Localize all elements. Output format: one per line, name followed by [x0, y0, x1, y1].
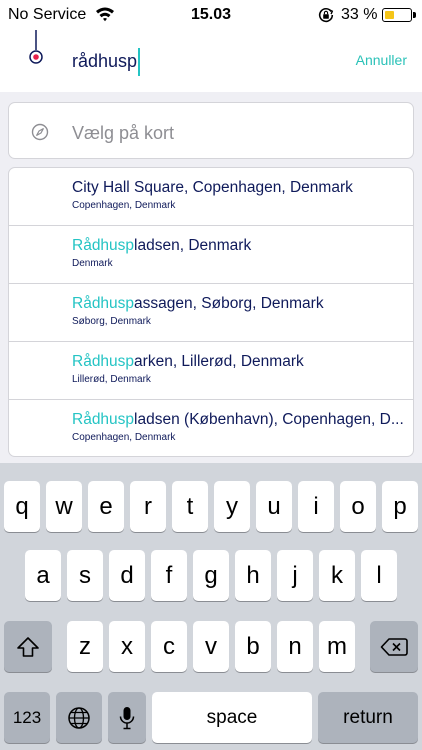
choose-on-map-label: Vælg på kort — [72, 123, 175, 143]
results-list: City Hall Square, Copenhagen, Denmark Co… — [8, 167, 414, 457]
key-t[interactable]: t — [172, 481, 208, 532]
space-key[interactable]: space — [152, 692, 312, 743]
key-l[interactable]: l — [361, 550, 397, 601]
key-a[interactable]: a — [25, 550, 61, 601]
key-s[interactable]: s — [67, 550, 103, 601]
battery-icon — [382, 8, 416, 22]
key-w[interactable]: w — [46, 481, 82, 532]
result-title-match: Rådhusp — [72, 295, 135, 312]
key-q[interactable]: q — [4, 481, 40, 532]
result-title: Rådhuspassagen, Søborg, Denmark — [72, 295, 407, 313]
search-header: rådhusp Annuller — [0, 30, 422, 92]
shift-icon — [17, 636, 39, 657]
search-input[interactable]: rådhusp — [72, 48, 141, 76]
key-b[interactable]: b — [235, 621, 271, 672]
result-title-rest: City Hall Square, Copenhagen, Denmark — [72, 179, 353, 196]
dictation-key[interactable] — [108, 692, 146, 743]
orientation-lock-icon — [318, 7, 334, 23]
text-caret — [138, 48, 141, 76]
battery-fill — [385, 11, 395, 19]
result-title-rest: assagen, Søborg, Denmark — [134, 295, 324, 312]
result-title-match: Rådhusp — [72, 353, 135, 370]
compass-icon — [31, 123, 49, 141]
result-item[interactable]: Rådhuspladsen (København), Copenhagen, D… — [9, 400, 413, 456]
globe-key[interactable] — [56, 692, 102, 743]
result-title-rest: ladsen, Denmark — [134, 237, 252, 254]
key-k[interactable]: k — [319, 550, 355, 601]
key-y[interactable]: y — [214, 481, 250, 532]
keyboard: q w e r t y u i o p a s d f g h j k l z … — [0, 463, 422, 750]
result-title: Rådhuspladsen, Denmark — [72, 237, 407, 255]
key-x[interactable]: x — [109, 621, 145, 672]
status-bar: No Service 15.03 33 % — [0, 0, 422, 30]
result-title: Rådhuspladsen (København), Copenhagen, D… — [72, 411, 407, 429]
shift-key[interactable] — [4, 621, 52, 672]
key-f[interactable]: f — [151, 550, 187, 601]
key-v[interactable]: v — [193, 621, 229, 672]
result-title: Rådhusparken, Lillerød, Denmark — [72, 353, 407, 371]
return-key[interactable]: return — [318, 692, 418, 743]
key-g[interactable]: g — [193, 550, 229, 601]
search-input-text: rådhusp — [72, 50, 138, 71]
result-item[interactable]: Rådhuspladsen, Denmark Denmark — [9, 226, 413, 284]
result-item[interactable]: Rådhuspassagen, Søborg, Denmark Søborg, … — [9, 284, 413, 342]
key-z[interactable]: z — [67, 621, 103, 672]
globe-icon — [68, 706, 90, 729]
numbers-key[interactable]: 123 — [4, 692, 50, 743]
location-marker-icon — [29, 30, 43, 64]
result-title-rest: ladsen (København), Copenhagen, D... — [134, 411, 404, 428]
key-e[interactable]: e — [88, 481, 124, 532]
result-item[interactable]: City Hall Square, Copenhagen, Denmark Co… — [9, 168, 413, 226]
key-o[interactable]: o — [340, 481, 376, 532]
key-r[interactable]: r — [130, 481, 166, 532]
result-title-match: Rådhusp — [72, 237, 135, 254]
result-subtitle: Søborg, Denmark — [72, 316, 151, 327]
result-title-rest: arken, Lillerød, Denmark — [134, 353, 304, 370]
result-subtitle: Copenhagen, Denmark — [72, 432, 176, 443]
result-subtitle: Copenhagen, Denmark — [72, 200, 176, 211]
result-item[interactable]: Rådhusparken, Lillerød, Denmark Lillerød… — [9, 342, 413, 400]
result-title-match: Rådhusp — [72, 411, 135, 428]
battery-nub — [413, 12, 416, 18]
result-subtitle: Denmark — [72, 258, 113, 269]
key-i[interactable]: i — [298, 481, 334, 532]
key-c[interactable]: c — [151, 621, 187, 672]
microphone-icon — [119, 706, 135, 729]
key-j[interactable]: j — [277, 550, 313, 601]
key-p[interactable]: p — [382, 481, 418, 532]
key-u[interactable]: u — [256, 481, 292, 532]
key-d[interactable]: d — [109, 550, 145, 601]
key-h[interactable]: h — [235, 550, 271, 601]
result-title: City Hall Square, Copenhagen, Denmark — [72, 179, 407, 197]
key-n[interactable]: n — [277, 621, 313, 672]
battery-percent: 33 % — [341, 6, 378, 23]
result-subtitle: Lillerød, Denmark — [72, 374, 151, 385]
key-m[interactable]: m — [319, 621, 355, 672]
backspace-icon — [380, 637, 408, 656]
choose-on-map-button[interactable]: Vælg på kort — [8, 102, 414, 159]
cancel-button[interactable]: Annuller — [356, 52, 407, 68]
backspace-key[interactable] — [370, 621, 418, 672]
